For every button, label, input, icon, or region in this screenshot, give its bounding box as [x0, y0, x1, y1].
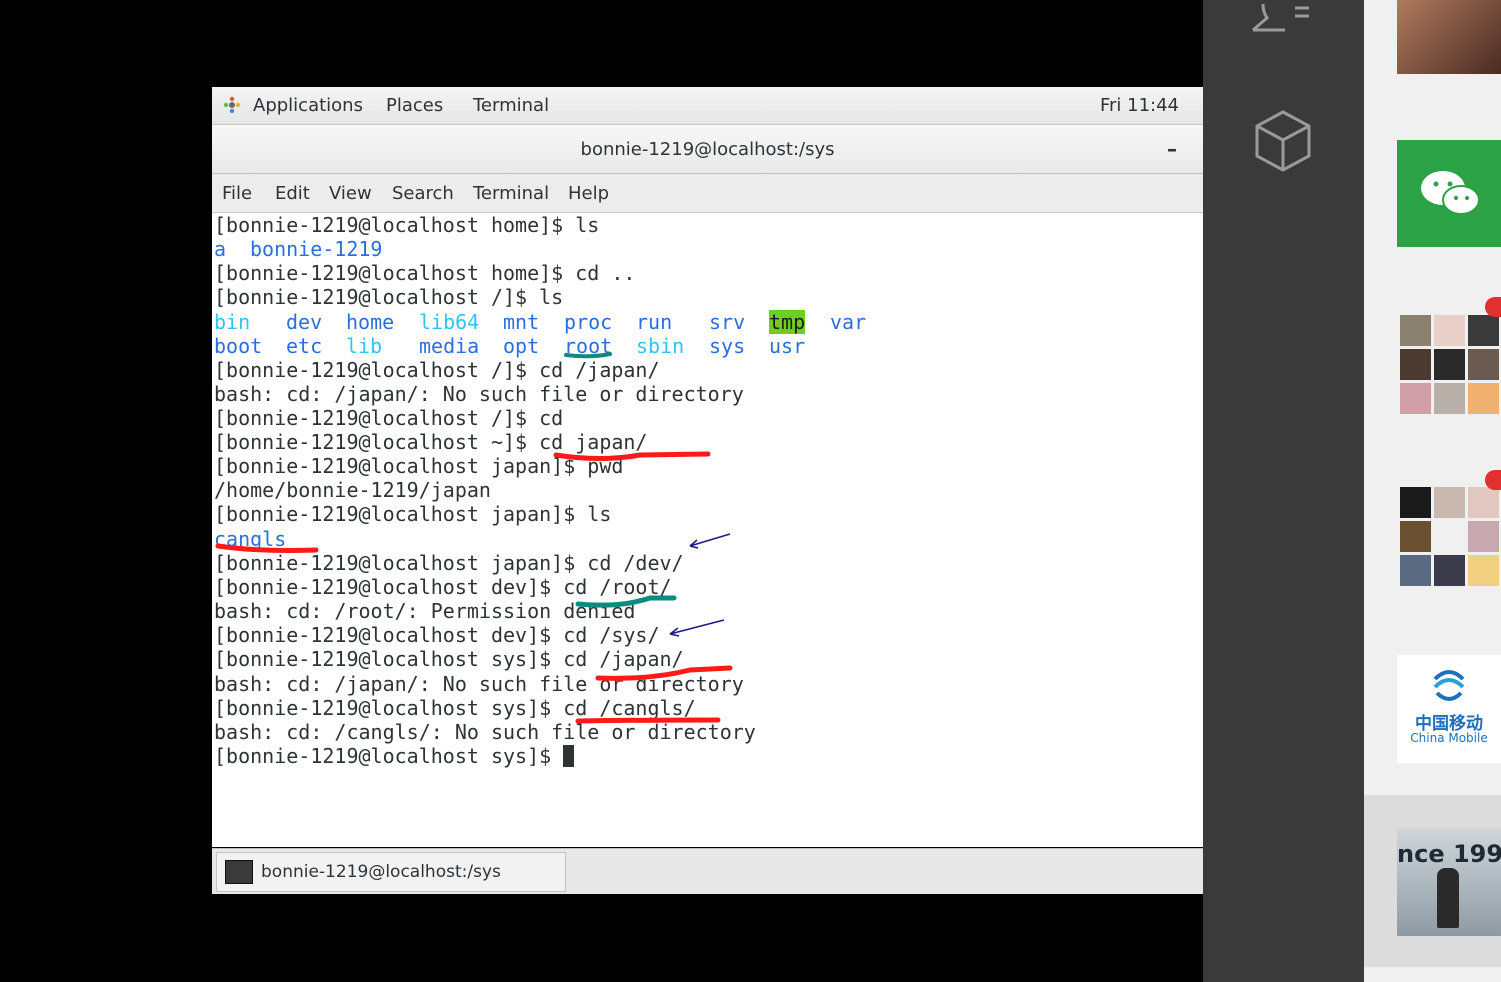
ls-entry: var	[830, 310, 867, 334]
ls-entry: bonnie-1219	[250, 237, 383, 261]
video-thumbnail-text: nce 1997	[1397, 840, 1501, 868]
menu-bar: File Edit View Search Terminal Help	[212, 174, 1203, 213]
applications-icon	[223, 96, 241, 114]
left-background	[0, 0, 212, 982]
terminal-line: [bonnie-1219@localhost dev]$ cd /root/	[214, 575, 672, 599]
person-figure	[1437, 868, 1459, 928]
ls-entry: etc	[286, 334, 323, 358]
places-menu[interactable]: Places	[386, 95, 443, 116]
prompt-text: [bonnie-1219@localhost sys]$	[214, 744, 564, 768]
terminal-line: [bonnie-1219@localhost /]$ cd	[214, 406, 564, 430]
terminal-line: /home/bonnie-1219/japan	[214, 478, 491, 502]
terminal-line: [bonnie-1219@localhost home]$ ls	[214, 213, 600, 237]
group-chat-avatar-2[interactable]	[1400, 487, 1499, 586]
window-titlebar[interactable]: bonnie-1219@localhost:/sys –	[212, 125, 1203, 174]
ls-entry: srv	[709, 310, 746, 334]
ls-entry: home	[346, 310, 395, 334]
terminal-prompt-line: [bonnie-1219@localhost sys]$	[214, 744, 575, 768]
terminal-line-dir: cangls	[214, 527, 287, 551]
wechat-app[interactable]	[1397, 140, 1501, 247]
unread-badge	[1485, 297, 1501, 317]
terminal-line: [bonnie-1219@localhost sys]$ cd /japan/	[214, 647, 684, 671]
terminal-line: bash: cd: /japan/: No such file or direc…	[214, 672, 744, 696]
bottom-background	[212, 893, 1203, 982]
unread-badge	[1485, 470, 1501, 490]
terminal-line: [bonnie-1219@localhost japan]$ cd /dev/	[214, 551, 684, 575]
terminal-line: bash: cd: /japan/: No such file or direc…	[214, 382, 744, 406]
minimize-button[interactable]: –	[1167, 137, 1177, 161]
ls-entry: proc	[564, 310, 613, 334]
ls-entry: sbin	[636, 334, 685, 358]
clock[interactable]: Fri 11:44	[1100, 95, 1179, 116]
menu-edit[interactable]: Edit	[275, 183, 310, 204]
terminal-line: [bonnie-1219@localhost /]$ ls	[214, 285, 564, 309]
window-title: bonnie-1219@localhost:/sys	[580, 139, 835, 160]
china-mobile-logo-icon	[1433, 670, 1465, 701]
menu-help[interactable]: Help	[568, 183, 609, 204]
ls-entry: a	[214, 237, 227, 261]
terminal-line: [bonnie-1219@localhost sys]$ cd /cangls/	[214, 696, 696, 720]
taskbar-item-label: bonnie-1219@localhost:/sys	[261, 862, 501, 882]
top-background	[212, 0, 1203, 87]
menu-terminal[interactable]: Terminal	[473, 183, 549, 204]
group-chat-avatar-1[interactable]	[1400, 315, 1499, 414]
gnome-top-bar: Applications Places Terminal Fri 11:44	[212, 87, 1203, 125]
cube-icon[interactable]	[1253, 108, 1313, 174]
terminal-line: bash: cd: /cangls/: No such file or dire…	[214, 720, 756, 744]
terminal-line: [bonnie-1219@localhost ~]$ cd japan/	[214, 430, 648, 454]
ls-entry-sticky: tmp	[769, 310, 806, 334]
terminal-line: [bonnie-1219@localhost japan]$ pwd	[214, 454, 624, 478]
menu-view[interactable]: View	[329, 183, 372, 204]
terminal-line: [bonnie-1219@localhost dev]$ cd /sys/	[214, 623, 660, 647]
text-cursor	[563, 745, 575, 767]
ls-entry: mnt	[503, 310, 540, 334]
terminal-line: [bonnie-1219@localhost home]$ cd ..	[214, 261, 636, 285]
ls-entry: lib64	[419, 310, 480, 334]
terminal-line: [bonnie-1219@localhost japan]$ ls	[214, 502, 612, 526]
taskbar-terminal-item[interactable]: bonnie-1219@localhost:/sys	[216, 852, 566, 892]
ls-entry: run	[636, 310, 673, 334]
taskbar: bonnie-1219@localhost:/sys	[212, 848, 1203, 894]
ls-entry: bin	[214, 310, 251, 334]
ls-entry: boot	[214, 334, 263, 358]
china-mobile-en-label: China Mobile	[1410, 731, 1488, 745]
profile-photo[interactable]	[1397, 0, 1501, 74]
applications-menu[interactable]: Applications	[253, 95, 363, 116]
ls-entry: lib	[346, 334, 383, 358]
terminal-line: [bonnie-1219@localhost /]$ cd /japan/	[214, 358, 660, 382]
video-thumbnail[interactable]: nce 1997	[1397, 828, 1501, 936]
terminal-line: bash: cd: /root/: Permission denied	[214, 599, 636, 623]
ls-entry: sys	[709, 334, 746, 358]
menu-search[interactable]: Search	[392, 183, 454, 204]
ls-entry: root	[564, 334, 613, 358]
contacts-icon[interactable]	[1251, 0, 1315, 34]
wechat-icon	[1421, 171, 1480, 215]
terminal-output[interactable]: [bonnie-1219@localhost home]$ ls a bonni…	[212, 213, 1203, 847]
ls-entry: opt	[503, 334, 540, 358]
ls-entry: usr	[769, 334, 806, 358]
ls-entry: media	[419, 334, 480, 358]
ls-entry: dev	[286, 310, 323, 334]
terminal-app-menu[interactable]: Terminal	[473, 95, 549, 116]
side-dock	[1203, 0, 1364, 982]
terminal-icon	[225, 860, 253, 884]
menu-file[interactable]: File	[222, 183, 252, 204]
china-mobile-app[interactable]: 中国移动 China Mobile	[1397, 655, 1501, 763]
